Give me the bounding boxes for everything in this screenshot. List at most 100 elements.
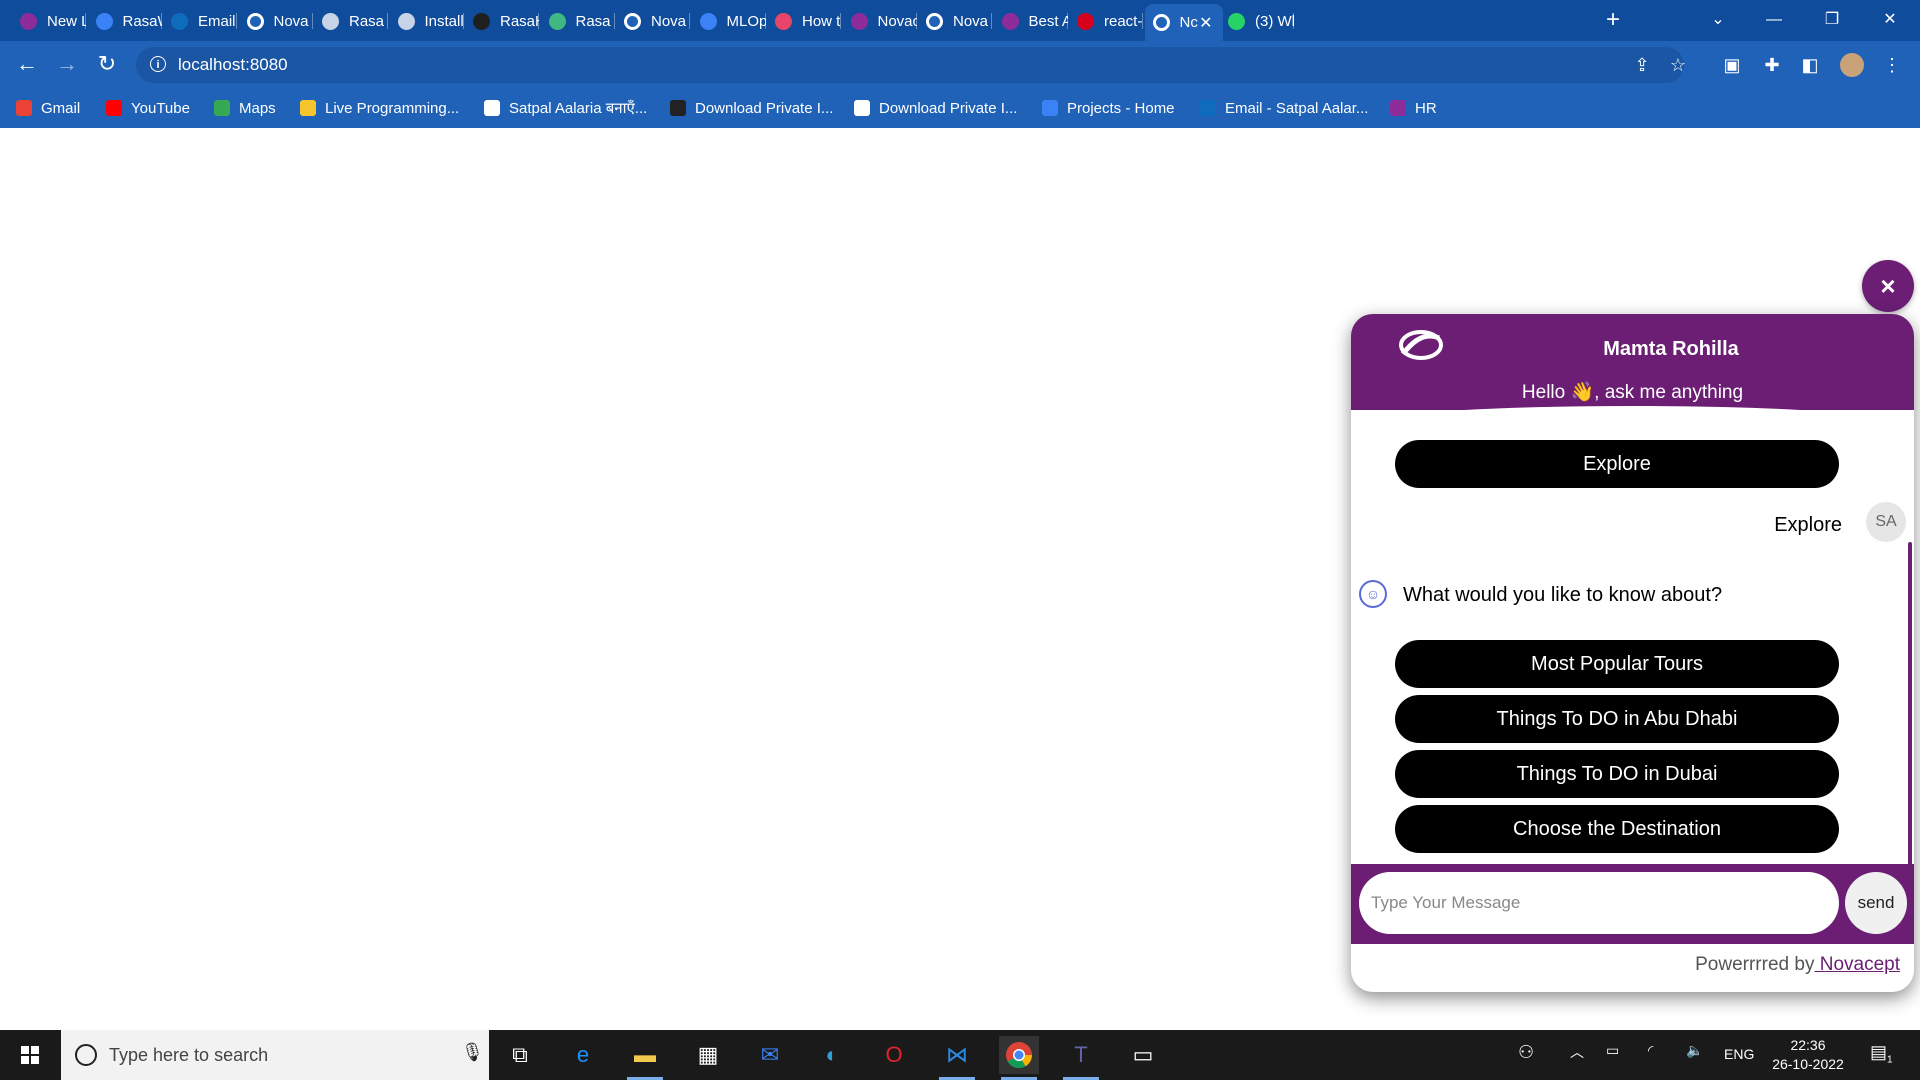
- language-indicator[interactable]: ENG: [1724, 1046, 1754, 1062]
- address-bar[interactable]: i localhost:8080 ⇪ ☆: [136, 47, 1686, 83]
- site-info-icon[interactable]: i: [150, 56, 166, 72]
- microphone-icon[interactable]: 🎙: [461, 1042, 484, 1068]
- tray-chevron-icon[interactable]: ︿: [1570, 1042, 1584, 1062]
- volume-icon[interactable]: 🔈: [1686, 1042, 1703, 1059]
- bookmark-item[interactable]: Projects - Home: [1042, 98, 1175, 118]
- browser-tab[interactable]: Install: [390, 6, 464, 36]
- tab-title: Best A: [1028, 12, 1068, 30]
- browser-tab[interactable]: Rasa &: [314, 6, 388, 36]
- youtube-icon: [106, 100, 122, 116]
- browser-tab[interactable]: Nova I: [239, 6, 313, 36]
- extensions-puzzle-icon[interactable]: ✚: [1760, 53, 1784, 77]
- browser-tab[interactable]: Rasa V: [541, 6, 615, 36]
- browser-tab[interactable]: MLOp: [692, 6, 766, 36]
- teams-icon[interactable]: T: [1061, 1036, 1101, 1080]
- clock[interactable]: 22:36 26-10-2022: [1768, 1036, 1848, 1074]
- browser-tab[interactable]: Novac: [843, 6, 917, 36]
- bookmark-item[interactable]: Satpal Aalaria बनाएँ...: [484, 98, 647, 118]
- people-icon[interactable]: ⚇: [1518, 1042, 1534, 1063]
- novacept-link[interactable]: Novacept: [1814, 954, 1900, 975]
- bookmark-label: Email - Satpal Aalar...: [1225, 99, 1369, 117]
- option-abu-dhabi[interactable]: Things To DO in Abu Dhabi: [1395, 695, 1839, 743]
- bookmark-item[interactable]: Download Private I...: [854, 98, 1017, 118]
- wifi-icon[interactable]: ◜: [1648, 1042, 1653, 1059]
- taskbar-search[interactable]: Type here to search 🎙: [61, 1030, 489, 1080]
- menu-kebab-icon[interactable]: ⋮: [1880, 53, 1904, 77]
- browser-tab[interactable]: Nc ✕: [1144, 4, 1223, 41]
- target-icon: [854, 100, 870, 116]
- cortana-icon: [75, 1044, 97, 1066]
- footer-prefix: Powerrrred by: [1695, 954, 1815, 975]
- browser-tab[interactable]: react-: [1069, 6, 1143, 36]
- send-button[interactable]: send: [1845, 872, 1907, 934]
- task-view-icon[interactable]: ⧉: [500, 1036, 540, 1074]
- tab-search-icon[interactable]: ⌄: [1690, 0, 1746, 41]
- browser-tab[interactable]: How t: [767, 6, 841, 36]
- edge-legacy-icon[interactable]: e: [563, 1036, 603, 1074]
- close-window-button[interactable]: ✕: [1862, 0, 1918, 41]
- terminal-icon[interactable]: ▭: [1123, 1036, 1163, 1074]
- chat-close-button[interactable]: ×: [1862, 260, 1914, 312]
- bookmark-item[interactable]: Download Private I...: [670, 98, 833, 118]
- python-icon: [300, 100, 316, 116]
- tab-separator: [764, 13, 766, 29]
- back-icon[interactable]: ←: [11, 49, 43, 81]
- notifications-icon[interactable]: ▤1: [1870, 1042, 1893, 1066]
- search-placeholder: Type here to search: [109, 1045, 269, 1065]
- reload-icon[interactable]: ↻: [91, 49, 123, 81]
- browser-tab[interactable]: Email: [163, 6, 237, 36]
- bookmark-label: Maps: [239, 99, 276, 117]
- browser-tab[interactable]: RasaW: [88, 6, 162, 36]
- url-text[interactable]: localhost:8080: [178, 55, 288, 75]
- share-icon[interactable]: ⇪: [1630, 53, 1654, 77]
- bookmark-item[interactable]: Email - Satpal Aalar...: [1200, 98, 1368, 118]
- tab-title: MLOp: [726, 12, 766, 30]
- new-tab-button[interactable]: +: [1598, 6, 1628, 36]
- browser-tab[interactable]: New L: [12, 6, 86, 36]
- tab-title: react-: [1104, 12, 1143, 30]
- mail-icon[interactable]: ✉: [750, 1036, 790, 1074]
- store-icon[interactable]: ▦: [688, 1036, 728, 1074]
- extension-app-icon[interactable]: ▣: [1720, 53, 1744, 77]
- explore-button[interactable]: Explore: [1395, 440, 1839, 488]
- browser-tab[interactable]: (3) Wh: [1220, 6, 1294, 36]
- message-input[interactable]: [1359, 872, 1839, 934]
- opera-icon[interactable]: O: [874, 1036, 914, 1074]
- tab-strip: New L RasaW Email Nova I Rasa & Install RasaH R…: [0, 0, 1920, 41]
- powered-by-footer: Powerrrred by Novacept: [1351, 954, 1900, 976]
- browser-tab[interactable]: Nova I: [918, 6, 992, 36]
- browser-tab[interactable]: Best A: [994, 6, 1068, 36]
- bookmark-item[interactable]: Maps: [214, 98, 276, 118]
- edge-icon[interactable]: ◐: [812, 1036, 852, 1074]
- tab-title: How t: [802, 12, 841, 30]
- profile-avatar[interactable]: [1840, 53, 1864, 77]
- tab-separator: [613, 13, 615, 29]
- tab-separator: [311, 13, 313, 29]
- greeting-text: Hello 👋, ask me anything: [1521, 382, 1744, 403]
- whatsapp-icon: [1228, 12, 1245, 30]
- option-most-popular-tours[interactable]: Most Popular Tours: [1395, 640, 1839, 688]
- close-tab-icon[interactable]: ✕: [1199, 13, 1212, 33]
- bookmark-star-icon[interactable]: ☆: [1666, 53, 1690, 77]
- side-panel-icon[interactable]: ◧: [1798, 53, 1822, 77]
- forward-icon[interactable]: →: [51, 49, 83, 81]
- bookmark-label: Gmail: [41, 99, 81, 117]
- github-icon: [473, 12, 490, 30]
- vscode-icon[interactable]: ⋈: [937, 1036, 977, 1080]
- globe-icon: [1152, 14, 1170, 31]
- browser-tab[interactable]: RasaH: [465, 6, 539, 36]
- option-dubai[interactable]: Things To DO in Dubai: [1395, 750, 1839, 798]
- browser-tab[interactable]: Nova I: [616, 6, 690, 36]
- bot-message: What would you like to know about?: [1403, 584, 1723, 606]
- minimize-button[interactable]: —: [1746, 0, 1802, 41]
- bookmark-item[interactable]: HR: [1390, 98, 1437, 118]
- option-choose-destination[interactable]: Choose the Destination: [1395, 805, 1839, 853]
- bookmark-item[interactable]: YouTube: [106, 98, 190, 118]
- bookmark-item[interactable]: Gmail: [16, 98, 80, 118]
- chrome-icon[interactable]: [999, 1036, 1039, 1080]
- bookmark-item[interactable]: Live Programming...: [300, 98, 459, 118]
- restore-button[interactable]: ❐: [1804, 0, 1860, 41]
- battery-icon[interactable]: ▭: [1606, 1042, 1619, 1059]
- windows-start-icon[interactable]: [0, 1030, 60, 1080]
- file-explorer-icon[interactable]: ▬: [625, 1036, 665, 1080]
